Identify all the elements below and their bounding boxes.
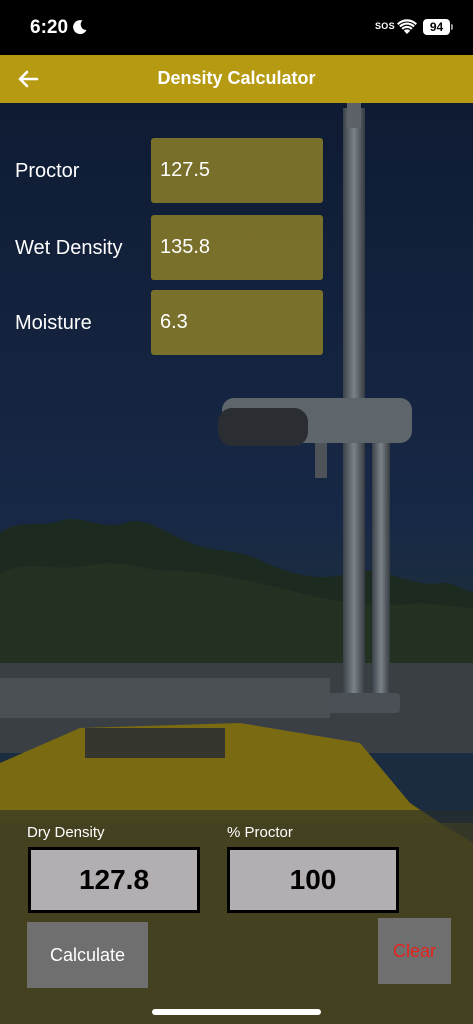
proctor-label: Proctor	[15, 160, 80, 182]
moon-icon	[73, 20, 87, 35]
dry-density-label: Dry Density	[27, 824, 105, 841]
app-bar: Density Calculator	[0, 55, 473, 103]
clear-button[interactable]: Clear	[378, 918, 451, 984]
wet-density-input[interactable]	[151, 215, 323, 280]
moisture-input[interactable]	[151, 290, 323, 355]
app-title: Density Calculator	[157, 68, 316, 88]
wet-density-label: Wet Density	[15, 237, 123, 259]
battery-indicator: 94	[423, 19, 450, 35]
density-calculator-screen: 6:20 SOS 94 Density Calculator Proctor W…	[0, 0, 473, 1024]
wifi-icon	[397, 19, 417, 34]
results-panel	[0, 810, 473, 1024]
percent-proctor-value: 100	[227, 847, 399, 913]
dry-density-value: 127.8	[28, 847, 200, 913]
status-time: 6:20	[30, 17, 69, 38]
proctor-input[interactable]	[151, 138, 323, 203]
battery-tip	[451, 24, 453, 30]
moisture-label: Moisture	[15, 312, 92, 334]
home-indicator[interactable]	[152, 1009, 321, 1015]
calculate-button[interactable]: Calculate	[27, 922, 148, 988]
sos-indicator: SOS	[375, 21, 395, 31]
percent-proctor-label: % Proctor	[227, 824, 293, 841]
status-bar: 6:20 SOS 94	[0, 0, 473, 55]
